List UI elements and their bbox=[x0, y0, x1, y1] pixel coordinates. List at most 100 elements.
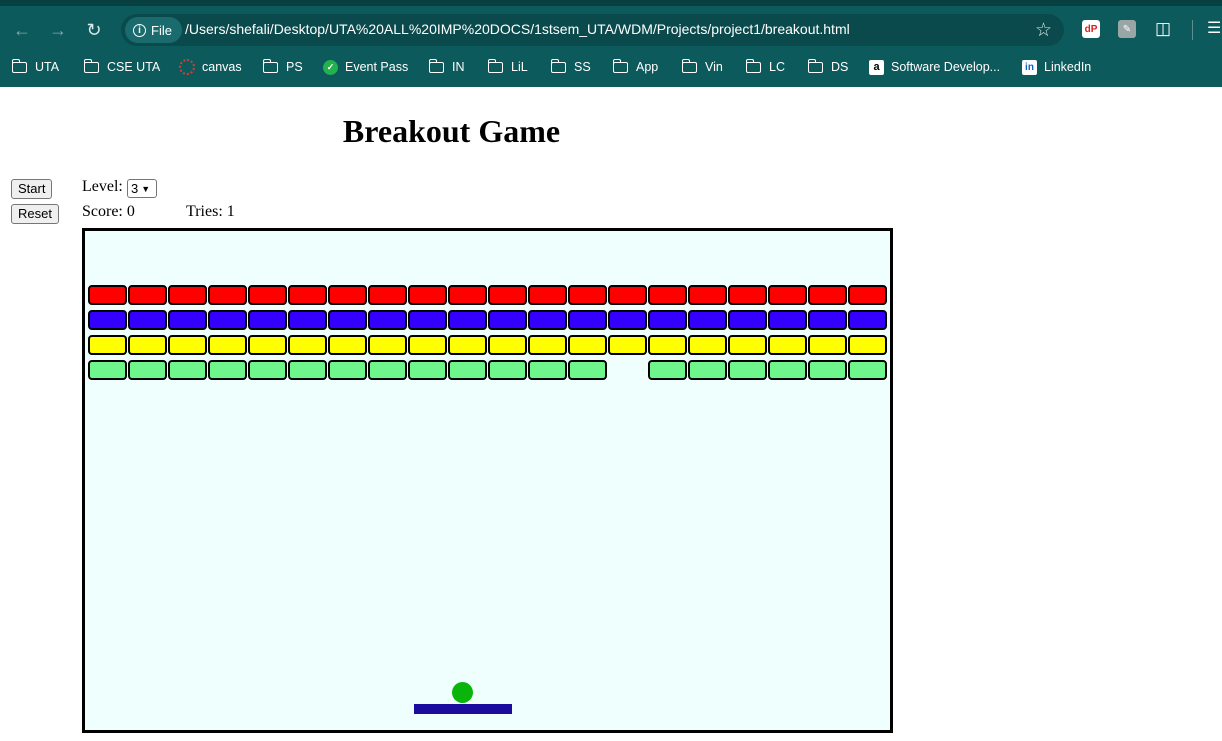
brick bbox=[168, 360, 207, 380]
bookmark-lc[interactable]: LC bbox=[745, 58, 785, 76]
bookmark-ss[interactable]: SS bbox=[550, 58, 591, 76]
brick bbox=[768, 310, 807, 330]
brick bbox=[208, 285, 247, 305]
brick bbox=[248, 285, 287, 305]
folder-icon bbox=[550, 58, 566, 73]
brick bbox=[408, 335, 447, 355]
bookmark-ps[interactable]: PS bbox=[262, 58, 303, 76]
page-content: Breakout Game Start Reset Level: 3 ▼ Sco… bbox=[0, 87, 1222, 741]
folder-icon bbox=[487, 58, 503, 73]
bookmark-label: Software Develop... bbox=[891, 60, 1001, 74]
brick bbox=[448, 285, 487, 305]
brick bbox=[128, 285, 167, 305]
bookmark-cse-uta[interactable]: CSE UTA bbox=[83, 58, 161, 76]
folder-icon bbox=[11, 58, 27, 73]
brick bbox=[568, 310, 607, 330]
browser-chrome: ← → ↻ i File /Users/shefali/Desktop/UTA%… bbox=[0, 0, 1222, 87]
brick bbox=[568, 285, 607, 305]
brick bbox=[528, 360, 567, 380]
brick bbox=[368, 310, 407, 330]
brick bbox=[528, 335, 567, 355]
brick bbox=[168, 335, 207, 355]
brick bbox=[568, 360, 607, 380]
reload-icon[interactable]: ↻ bbox=[82, 18, 106, 42]
bookmark-label: PS bbox=[286, 60, 303, 74]
bookmark-uta[interactable]: UTA bbox=[11, 58, 60, 76]
brick bbox=[728, 335, 767, 355]
folder-icon bbox=[428, 58, 444, 73]
bookmark-label: UTA bbox=[35, 60, 60, 74]
brick bbox=[768, 335, 807, 355]
score-display: Score: 0 bbox=[82, 203, 135, 220]
back-arrow-icon[interactable]: ← bbox=[10, 18, 34, 42]
tries-display: Tries: 1 bbox=[186, 203, 235, 220]
paddle[interactable] bbox=[414, 704, 512, 714]
bookmark-star-icon[interactable]: ☆ bbox=[1035, 19, 1052, 42]
bookmark-label: CSE UTA bbox=[107, 60, 161, 74]
brick bbox=[248, 335, 287, 355]
brick bbox=[808, 285, 847, 305]
bookmark-label: App bbox=[636, 60, 659, 74]
brick bbox=[848, 335, 887, 355]
brick bbox=[808, 335, 847, 355]
brick bbox=[648, 285, 687, 305]
bookmark-label: Vin bbox=[705, 60, 723, 74]
brick bbox=[168, 285, 207, 305]
bookmark-vin[interactable]: Vin bbox=[681, 58, 723, 76]
url-text[interactable]: /Users/shefali/Desktop/UTA%20ALL%20IMP%2… bbox=[185, 21, 850, 37]
page-title: Breakout Game bbox=[342, 113, 561, 149]
chevron-down-icon: ▼ bbox=[141, 183, 151, 194]
forward-arrow-icon[interactable]: → bbox=[46, 18, 70, 42]
address-bar[interactable]: i File /Users/shefali/Desktop/UTA%20ALL%… bbox=[121, 14, 1064, 46]
level-value: 3 bbox=[131, 181, 139, 196]
game-board[interactable] bbox=[82, 228, 893, 733]
bookmark-label: Event Pass bbox=[345, 60, 409, 74]
ball bbox=[452, 682, 473, 703]
puzzle-icon[interactable]: ◫ bbox=[1154, 19, 1172, 38]
brick bbox=[488, 335, 527, 355]
brick bbox=[368, 335, 407, 355]
brick bbox=[848, 285, 887, 305]
brick bbox=[688, 335, 727, 355]
brick bbox=[88, 310, 127, 330]
brick bbox=[288, 310, 327, 330]
brick bbox=[128, 310, 167, 330]
brick bbox=[328, 285, 367, 305]
brick bbox=[848, 360, 887, 380]
brick bbox=[648, 310, 687, 330]
brick bbox=[768, 360, 807, 380]
brick bbox=[288, 360, 327, 380]
site-info-chip[interactable]: i File bbox=[125, 17, 182, 43]
menu-icon[interactable]: ☰ bbox=[1207, 18, 1221, 38]
brick bbox=[448, 335, 487, 355]
brick bbox=[608, 335, 647, 355]
toolbar-divider bbox=[1192, 20, 1193, 40]
bookmark-canvas[interactable]: canvas bbox=[179, 58, 242, 76]
level-select[interactable]: 3 ▼ bbox=[127, 179, 157, 198]
brick bbox=[328, 360, 367, 380]
extension-icon[interactable]: ✎ bbox=[1118, 20, 1136, 38]
reset-button[interactable]: Reset bbox=[11, 204, 59, 224]
brick bbox=[88, 335, 127, 355]
brick bbox=[368, 285, 407, 305]
folder-icon bbox=[262, 58, 278, 73]
start-button[interactable]: Start bbox=[11, 179, 53, 199]
brick bbox=[488, 310, 527, 330]
bookmark-linkedin[interactable]: in LinkedIn bbox=[1022, 58, 1091, 76]
dp-extension-icon[interactable]: dP bbox=[1082, 20, 1100, 38]
event-pass-icon: ✓ bbox=[323, 59, 338, 75]
bookmark-app[interactable]: App bbox=[612, 58, 659, 76]
brick bbox=[168, 310, 207, 330]
bookmark-in[interactable]: IN bbox=[428, 58, 465, 76]
bookmark-lil[interactable]: LiL bbox=[487, 58, 528, 76]
brick bbox=[288, 285, 327, 305]
bookmark-event-pass[interactable]: ✓ Event Pass bbox=[323, 58, 408, 76]
bookmark-software-develop[interactable]: a Software Develop... bbox=[869, 58, 1000, 76]
brick bbox=[768, 285, 807, 305]
brick bbox=[88, 360, 127, 380]
brick bbox=[808, 360, 847, 380]
brick bbox=[528, 310, 567, 330]
bookmark-label: IN bbox=[452, 60, 465, 74]
bookmark-ds[interactable]: DS bbox=[807, 58, 848, 76]
bookmarks-bar: UTA CSE UTA canvas PS ✓ Event Pass IN LiL SS App V… bbox=[0, 54, 1222, 80]
